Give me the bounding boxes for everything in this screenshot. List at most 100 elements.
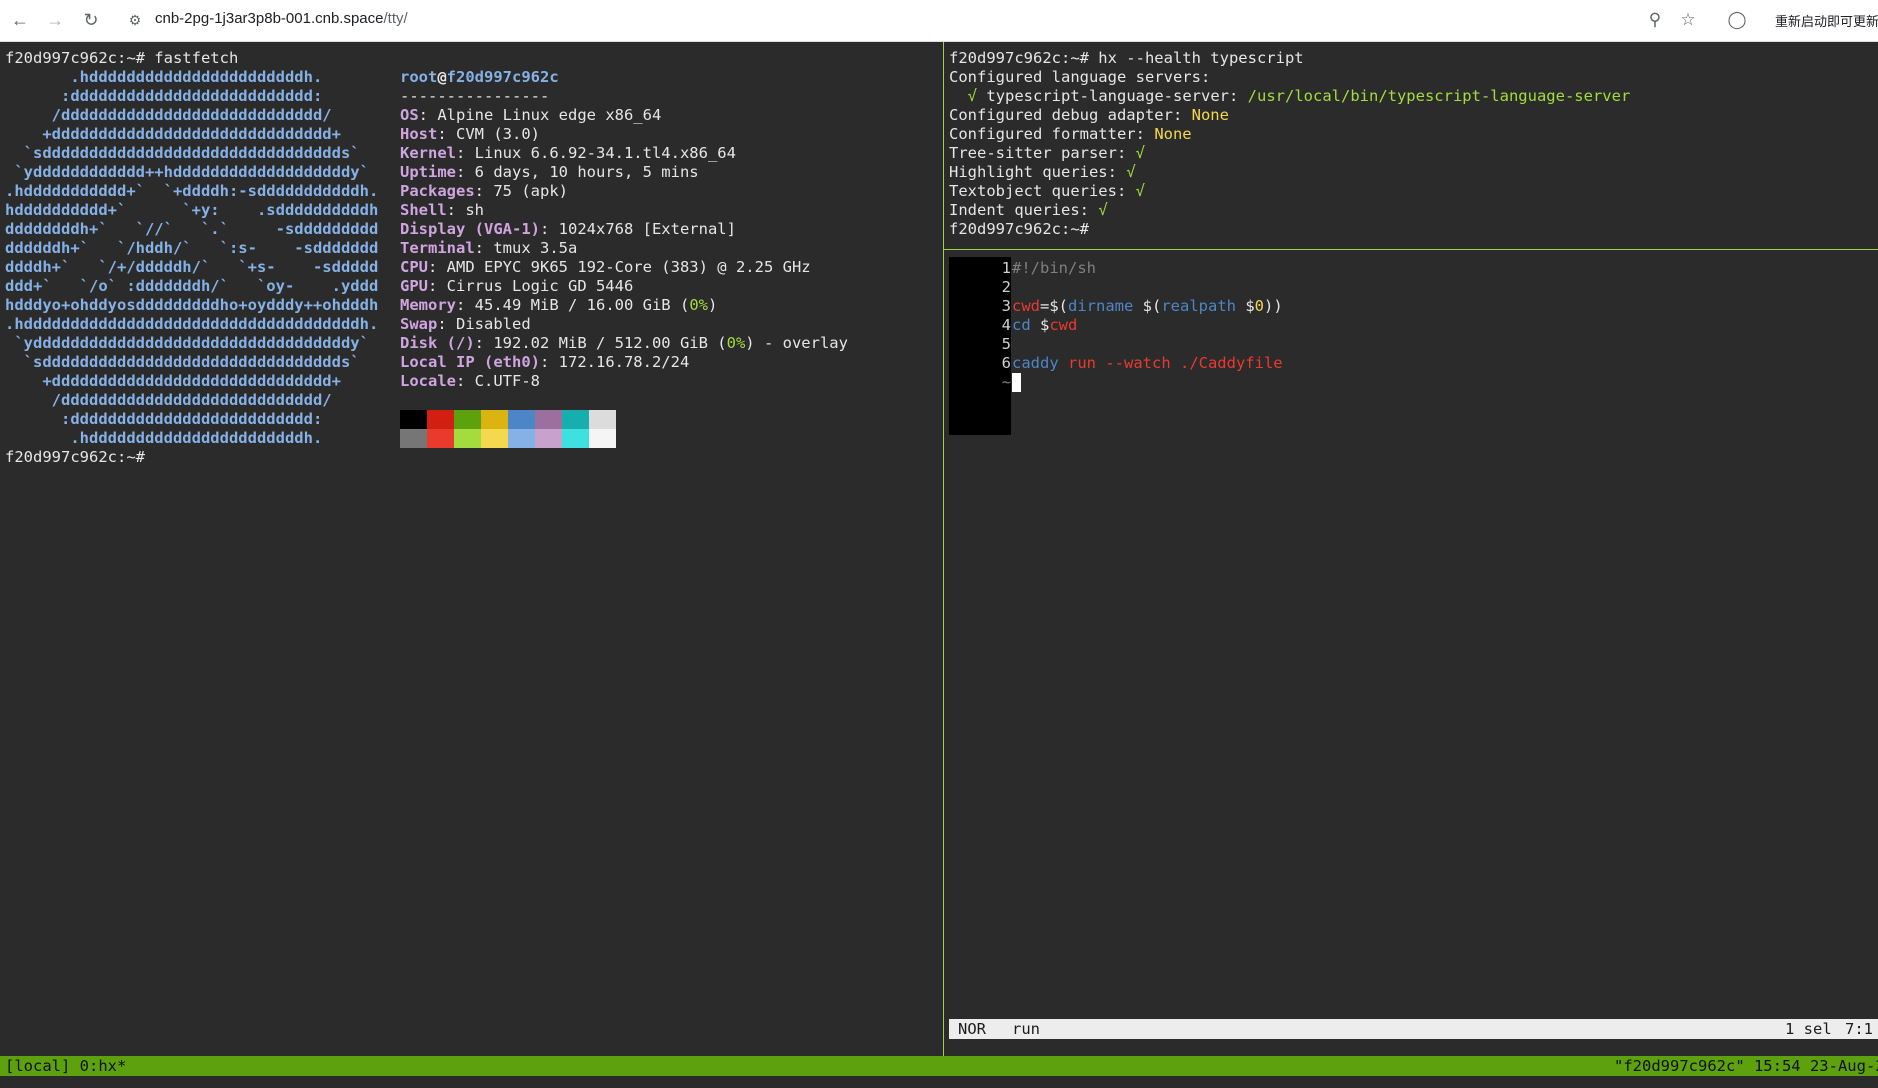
site-info-icon[interactable]: ⚙ xyxy=(124,9,146,31)
info-value: Linux 6.6.92-34.1.tl4.x86_64 xyxy=(474,144,736,162)
palette-swatch xyxy=(508,429,535,448)
cursor-position: 7:1 xyxy=(1845,1020,1873,1038)
info-key: OS xyxy=(400,106,419,124)
palette-swatch xyxy=(454,429,481,448)
textobject-line: Textobject queries: √ xyxy=(949,182,1145,201)
ascii-logo-line: ddddddddh+` `//` `.` -sddddddddd xyxy=(5,220,379,238)
address-bar[interactable]: cnb-2pg-1j3ar3p8b-001.cnb.space/tty/ xyxy=(155,10,408,27)
ascii-logo-line: .hdddddddddddddddddddddddh. xyxy=(5,429,323,447)
ascii-logo-line: `ydddddddddddd++hdddddddddddddddddddy` xyxy=(5,163,369,181)
palette-swatch xyxy=(589,429,616,448)
info-value: 75 (apk) xyxy=(493,182,568,200)
info-value: Disabled xyxy=(456,315,531,333)
info-value: tmux 3.5a xyxy=(493,239,578,257)
restart-update-button[interactable]: 重新启动即可更新 xyxy=(1775,11,1878,30)
ascii-logo-line: /dddddddddddddddddddddddddddd/ xyxy=(5,106,332,124)
palette-swatch xyxy=(400,429,427,448)
ls-path: /usr/local/bin/typescript-language-serve… xyxy=(1247,87,1631,105)
info-key: GPU xyxy=(400,277,428,295)
info-value: sh xyxy=(465,201,485,219)
ascii-logo-line: .hdddddddddddddddddddddddh. xyxy=(5,68,323,86)
reload-icon[interactable]: ↻ xyxy=(80,9,102,31)
ascii-logo-line: hdddyo+ohddyosdddddddddho+oydddy++ohdddh xyxy=(5,296,379,314)
profile-icon[interactable]: ◯ xyxy=(1726,9,1748,31)
token-var: cwd xyxy=(1012,297,1040,315)
at-sign: @ xyxy=(437,68,447,86)
line-number: 6 xyxy=(1001,354,1011,372)
info-row: Local IP (eth0): 172.16.78.2/24 xyxy=(400,353,690,371)
info-key: Shell xyxy=(400,201,447,219)
info-key: Locale xyxy=(400,372,456,390)
pane-divider-vertical[interactable] xyxy=(943,42,944,1058)
treesitter-line: Tree-sitter parser: √ xyxy=(949,144,1145,163)
info-row: Shell: sh xyxy=(400,201,485,219)
check-icon: √ xyxy=(1126,163,1136,181)
palette-swatch xyxy=(454,410,481,429)
prompt-line: f20d997c962c:~# fastfetch xyxy=(5,49,239,67)
debug-label: Configured debug adapter: xyxy=(949,106,1183,124)
ascii-logo-line: `sdddddddddddddddddddddddddddddddds` xyxy=(5,353,360,371)
info-row: Kernel: Linux 6.6.92-34.1.tl4.x86_64 xyxy=(400,144,736,162)
tmux-session-window[interactable]: [local] 0:hx* xyxy=(5,1056,126,1076)
info-key: Host xyxy=(400,125,438,143)
ascii-logo-line: +dddddddddddddddddddddddddddddd+ xyxy=(5,125,341,143)
info-key: Swap xyxy=(400,315,438,333)
info-key: Terminal xyxy=(400,239,475,257)
ascii-logo-line: /dddddddddddddddddddddddddddd/ xyxy=(5,391,332,409)
palette-swatch xyxy=(535,410,562,429)
check-icon: √ xyxy=(967,87,978,105)
palette-swatch xyxy=(589,410,616,429)
ascii-logo-line: +dddddddddddddddddddddddddddddd+ xyxy=(5,372,341,390)
debug-adapter-line: Configured debug adapter: None xyxy=(949,106,1229,125)
info-row: GPU: Cirrus Logic GD 5446 xyxy=(400,277,634,295)
info-key: Memory xyxy=(400,296,456,314)
highlight-label: Highlight queries: xyxy=(949,163,1117,181)
browser-toolbar: ← → ↻ ⚙ cnb-2pg-1j3ar3p8b-001.cnb.space/… xyxy=(0,0,1878,42)
token-op: $ xyxy=(1235,297,1255,315)
code-line-6: caddy run --watch ./Caddyfile xyxy=(1012,354,1283,373)
formatter-line: Configured formatter: None xyxy=(949,125,1192,144)
indent-line: Indent queries: √ xyxy=(949,201,1108,220)
forward-icon[interactable]: → xyxy=(44,9,66,31)
palette-swatch xyxy=(427,410,454,429)
terminal[interactable]: f20d997c962c:~# fastfetch .hdddddddddddd… xyxy=(0,42,1878,1088)
check-icon: √ xyxy=(1135,144,1145,162)
info-value: ) xyxy=(707,296,718,314)
token-cmd: realpath xyxy=(1161,297,1236,315)
line-number: 2 xyxy=(1001,278,1011,296)
hostname: f20d997c962c xyxy=(446,68,559,86)
info-value: 6 days, 10 hours, 5 mins xyxy=(474,163,699,181)
token-op: $( xyxy=(1133,297,1162,315)
file-name: run xyxy=(1012,1020,1040,1038)
mode-indicator: NOR xyxy=(958,1020,986,1038)
info-percent: 0% xyxy=(689,296,708,314)
ascii-logo-line: `sdddddddddddddddddddddddddddddddds` xyxy=(5,144,360,162)
palette-swatch xyxy=(400,410,427,429)
line-number: 5 xyxy=(1001,335,1011,353)
ls-name: typescript-language-server: xyxy=(986,87,1239,105)
tmux-status-bar: [local] 0:hx* "f20d997c962c" 15:54 23-Aug… xyxy=(0,1056,1878,1076)
pane-divider-horizontal[interactable] xyxy=(944,249,1878,250)
token-args: run --watch ./Caddyfile xyxy=(1058,354,1283,372)
ascii-logo-line: ddddh+` `/+/dddddh/` `+s- -sddddd xyxy=(5,258,379,276)
indent-label: Indent queries: xyxy=(949,201,1089,219)
url-path: /tty/ xyxy=(383,10,408,27)
ascii-logo-line: ddd+` `/o` :dddddddh/` `oy- .yddd xyxy=(5,277,379,295)
info-value: C.UTF-8 xyxy=(474,372,540,390)
ascii-logo-line: :dddddddddddddddddddddddddd: xyxy=(5,410,323,428)
zoom-icon[interactable]: ⚲ xyxy=(1644,9,1666,31)
back-icon[interactable]: ← xyxy=(9,9,31,31)
tmux-status-right: "f20d997c962c" 15:54 23-Aug-25 xyxy=(1614,1057,1878,1075)
info-key: CPU xyxy=(400,258,428,276)
info-row: OS: Alpine Linux edge x86_64 xyxy=(400,106,662,124)
bookmark-star-icon[interactable]: ☆ xyxy=(1677,9,1699,31)
palette-swatch xyxy=(562,429,589,448)
ascii-logo-line: .hddddddddddddddddddddddddddddddddddddh. xyxy=(5,315,379,333)
formatter-value: None xyxy=(1154,125,1192,143)
info-key: Disk (/) xyxy=(400,334,475,352)
info-value: CVM (3.0) xyxy=(456,125,540,143)
final-prompt: f20d997c962c:~# xyxy=(5,448,145,466)
code-line-3: cwd=$(dirname $(realpath $0)) xyxy=(1012,297,1283,316)
ascii-logo-line: `yddddddddddddddddddddddddddddddddddy` xyxy=(5,334,369,352)
info-row: Display (VGA-1): 1024x768 [External] xyxy=(400,220,736,238)
